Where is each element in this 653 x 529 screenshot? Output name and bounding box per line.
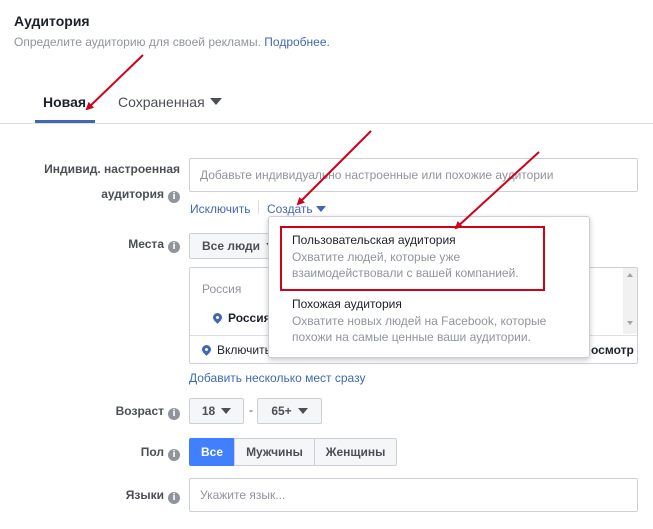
languages-label-row: Языки i: [40, 488, 180, 504]
custom-audience-label-line1: Индивид. настроенная: [44, 162, 180, 176]
info-icon[interactable]: i: [168, 449, 180, 461]
scroll-up-icon[interactable]: [627, 273, 633, 277]
link-divider: [258, 200, 259, 214]
caret-down-icon: [315, 206, 326, 212]
age-separator: -: [249, 403, 253, 417]
include-label: Включить: [217, 343, 271, 357]
places-label: Места: [128, 237, 164, 251]
custom-audience-label-row2: аудитория i: [40, 187, 180, 203]
places-list-item-label: Россия: [228, 311, 271, 325]
caret-down-icon: [221, 408, 232, 414]
places-audience-dropdown[interactable]: Все люди: [189, 233, 277, 259]
age-max-dropdown[interactable]: 65+: [257, 398, 322, 424]
info-icon[interactable]: i: [168, 191, 180, 203]
languages-placeholder: Укажите язык...: [200, 488, 286, 502]
gender-label: Пол: [140, 445, 164, 459]
custom-audience-input[interactable]: Добавьте индивидуально настроенные или п…: [189, 158, 638, 192]
tab-new[interactable]: Новая: [43, 94, 86, 110]
age-label: Возраст: [115, 404, 164, 418]
include-dropdown[interactable]: Включить: [200, 343, 271, 357]
custom-audience-label-line2: аудитория: [101, 187, 164, 201]
places-label-row: Места i: [40, 237, 180, 253]
section-title: Аудитория: [14, 13, 90, 29]
menu-item-desc-line2: похожи на самые ценные ваши аудитории.: [292, 330, 531, 344]
age-max-value: 65+: [271, 404, 292, 418]
menu-item-title: Похожая аудитория: [292, 297, 402, 311]
places-list-header: Россия: [202, 282, 242, 296]
caret-down-icon: [209, 98, 222, 105]
info-icon[interactable]: i: [168, 408, 180, 420]
languages-label: Языки: [125, 488, 164, 502]
location-pin-icon: [211, 311, 224, 324]
section-subtitle: Определите аудиторию для своей рекламы. …: [14, 35, 330, 49]
tab-saved-label: Сохраненная: [118, 94, 205, 110]
scroll-down-icon[interactable]: [627, 321, 633, 325]
exclude-link[interactable]: Исключить: [190, 202, 250, 216]
menu-item-desc-line1: Охватите новых людей на Facebook, которы…: [292, 314, 547, 328]
create-dropdown-link[interactable]: Создать: [267, 202, 326, 216]
custom-audience-placeholder: Добавьте индивидуально настроенные или п…: [200, 168, 554, 182]
info-icon[interactable]: i: [168, 492, 180, 504]
tabs-divider: [0, 123, 653, 124]
menu-item-lookalike-audience[interactable]: Похожая аудитория Охватите новых людей н…: [292, 297, 546, 345]
caret-down-icon: [297, 408, 308, 414]
create-link-label: Создать: [267, 202, 313, 216]
browse-button[interactable]: осмотр: [591, 343, 634, 357]
age-min-dropdown[interactable]: 18: [189, 398, 244, 424]
languages-input[interactable]: Укажите язык...: [189, 478, 638, 512]
tab-saved[interactable]: Сохраненная: [118, 94, 222, 110]
gender-women-button[interactable]: Женщины: [314, 438, 397, 466]
gender-all-button[interactable]: Все: [189, 438, 235, 466]
subtitle-text: Определите аудиторию для своей рекламы.: [14, 35, 261, 49]
gender-selector: Все Мужчины Женщины: [189, 438, 397, 466]
learn-more-link[interactable]: Подробнее.: [264, 35, 330, 49]
places-dropdown-value: Все люди: [202, 239, 261, 253]
add-multiple-places-link[interactable]: Добавить несколько мест сразу: [189, 371, 365, 385]
gender-men-button[interactable]: Мужчины: [234, 438, 315, 466]
info-icon[interactable]: i: [168, 241, 180, 253]
places-list-item[interactable]: Россия: [211, 311, 271, 325]
annotation-highlight-box: [280, 226, 545, 291]
custom-audience-label: Индивид. настроенная: [40, 162, 180, 176]
age-label-row: Возраст i: [40, 404, 180, 420]
gender-label-row: Пол i: [40, 445, 180, 461]
age-min-value: 18: [201, 404, 216, 418]
location-pin-icon: [200, 343, 213, 356]
